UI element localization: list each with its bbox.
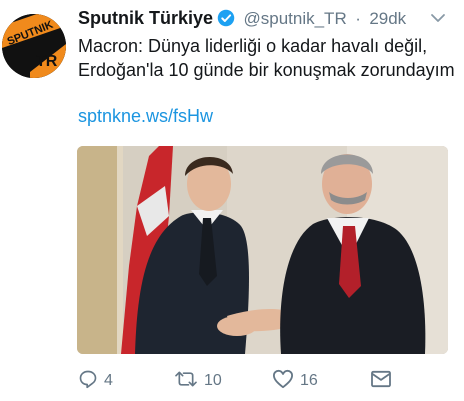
account-name[interactable]: Sputnik Türkiye [78, 8, 213, 28]
tweet-text: Macron: Dünya liderliği o kadar havalı d… [78, 36, 455, 80]
like-icon [272, 369, 294, 394]
chevron-down-icon[interactable] [430, 10, 446, 31]
reply-count: 4 [104, 372, 113, 389]
reply-button[interactable]: 4 [78, 370, 113, 392]
message-icon [370, 370, 392, 393]
message-button[interactable] [370, 370, 392, 392]
reply-icon [78, 369, 98, 394]
tweet-header: Sputnik Türkiye @sputnik_TR · 29dk [78, 8, 458, 30]
retweet-button[interactable]: 10 [174, 370, 222, 392]
avatar-bottom-text: TR [36, 53, 58, 70]
tweet-photo[interactable] [77, 146, 448, 354]
retweet-count: 10 [204, 372, 222, 389]
photo-illustration [77, 146, 448, 354]
tweet-actions: 4 10 16 [78, 369, 458, 394]
tweet-link[interactable]: sptnkne.ws/fsHw [78, 106, 213, 127]
tweet-time[interactable]: 29dk [369, 9, 406, 28]
avatar[interactable]: SPUTNIK TR [2, 14, 66, 78]
like-count: 16 [300, 372, 318, 389]
tweet-card: SPUTNIK TR Sputnik Türkiye @sputnik_TR ·… [0, 0, 464, 401]
account-handle[interactable]: @sputnik_TR [243, 9, 346, 28]
sputnik-logo: SPUTNIK TR [2, 14, 66, 78]
like-button[interactable]: 16 [272, 369, 318, 394]
time-separator: · [355, 9, 361, 28]
retweet-icon [174, 369, 198, 394]
verified-badge-icon [217, 9, 235, 32]
